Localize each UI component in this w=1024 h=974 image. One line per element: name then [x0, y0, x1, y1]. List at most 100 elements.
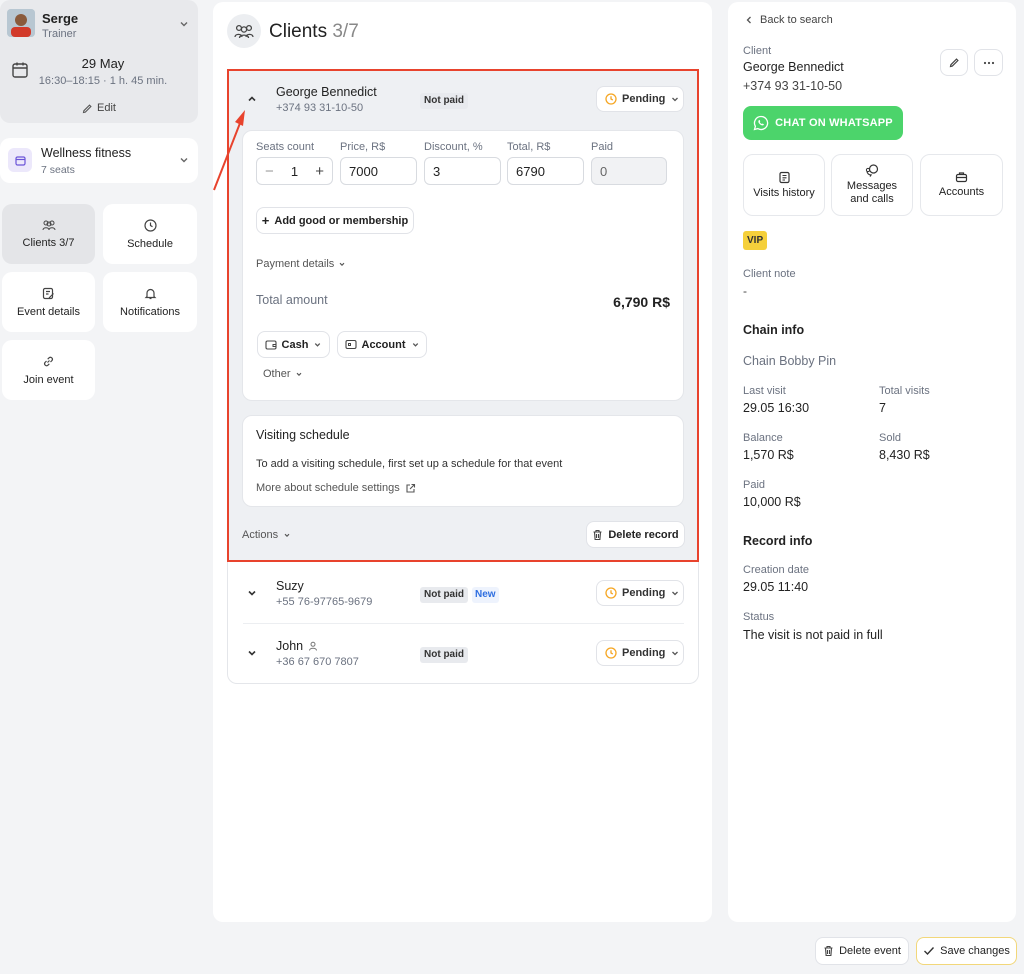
schedule-settings-label: More about schedule settings	[256, 482, 400, 494]
status-label: Pending	[622, 587, 666, 599]
paid-label: Paid	[743, 479, 766, 491]
not-paid-badge: Not paid	[420, 93, 468, 109]
price-input[interactable]: 7000	[340, 157, 417, 185]
tile-clients[interactable]: Clients 3/7	[2, 204, 95, 264]
chevron-down-icon	[670, 94, 680, 104]
payment-details-toggle[interactable]: Payment details	[256, 258, 346, 270]
edit-icon	[42, 287, 55, 300]
briefcase-icon	[955, 171, 968, 183]
event-time: 16:30–18:15 · 1 h. 45 min.	[38, 75, 168, 87]
visiting-schedule-text: To add a visiting schedule, first set up…	[256, 458, 563, 470]
save-changes-label: Save changes	[940, 945, 1010, 957]
tile-clients-label: Clients 3/7	[22, 237, 75, 249]
user-role: Trainer	[42, 28, 77, 40]
user-event-card: Serge Trainer 29 May 16:30–18:15 · 1 h. …	[0, 0, 198, 123]
total-input[interactable]: 6790	[507, 157, 584, 185]
sold-label: Sold	[879, 432, 902, 444]
chevron-down-icon	[338, 260, 346, 268]
new-badge: New	[472, 587, 499, 603]
trash-icon	[823, 945, 834, 957]
room-selector[interactable]: Wellness fitness 7 seats	[0, 138, 198, 183]
user-icon	[308, 641, 318, 651]
balance-label: Balance	[743, 432, 783, 444]
chevron-left-icon	[745, 15, 753, 25]
history-icon	[778, 171, 791, 184]
client-panel	[728, 2, 1016, 922]
messages-calls-tile[interactable]: Messages and calls	[831, 154, 913, 216]
schedule-settings-link[interactable]: More about schedule settings	[256, 482, 416, 494]
add-good-button[interactable]: + Add good or membership	[256, 207, 414, 234]
clock-icon	[143, 218, 157, 232]
total-label: Total, R$	[507, 141, 551, 153]
status-label: Pending	[622, 93, 666, 105]
price-label: Price, R$	[340, 141, 386, 153]
accounts-label: Accounts	[938, 186, 985, 198]
tile-join-event[interactable]: Join event	[2, 340, 95, 400]
client-phone: +374 93 31-10-50	[276, 102, 364, 114]
chevron-down-icon	[178, 154, 190, 166]
creation-date-label: Creation date	[743, 564, 810, 576]
check-icon	[923, 946, 935, 956]
chevron-down-icon	[670, 648, 680, 658]
discount-label: Discount, %	[424, 141, 483, 153]
client-name: George Bennedict	[743, 60, 844, 74]
chevron-down-icon	[411, 340, 420, 349]
avatar	[7, 9, 35, 37]
row-divider	[243, 623, 684, 624]
tile-notifications[interactable]: Notifications	[103, 272, 197, 332]
client-note-value: -	[743, 284, 747, 298]
pencil-icon	[949, 57, 960, 68]
edit-client-button[interactable]	[940, 49, 968, 76]
visits-history-tile[interactable]: Visits history	[743, 154, 825, 216]
status-dropdown[interactable]: Pending	[596, 640, 684, 666]
discount-input[interactable]: 3	[424, 157, 501, 185]
chevron-down-icon	[313, 340, 322, 349]
status-dropdown[interactable]: Pending	[596, 580, 684, 606]
actions-dropdown[interactable]: Actions	[242, 529, 291, 541]
plus-icon[interactable]: +	[315, 163, 324, 180]
seats-stepper[interactable]: − 1 +	[256, 157, 333, 185]
delete-event-button[interactable]: Delete event	[815, 937, 909, 965]
status-label: Pending	[622, 647, 666, 659]
status-dropdown[interactable]: Pending	[596, 86, 684, 112]
chevron-down-icon[interactable]	[246, 587, 258, 599]
seats-label: Seats count	[256, 141, 315, 153]
chevron-down-icon[interactable]	[246, 647, 258, 659]
tile-schedule-label: Schedule	[127, 237, 173, 250]
minus-icon[interactable]: −	[265, 163, 274, 180]
account-button[interactable]: Account	[337, 331, 427, 358]
delete-event-label: Delete event	[839, 945, 901, 957]
delete-record-button[interactable]: Delete record	[586, 521, 685, 548]
visits-history-label: Visits history	[753, 186, 815, 199]
tile-schedule[interactable]: Schedule	[103, 204, 197, 264]
save-changes-button[interactable]: Save changes	[916, 937, 1017, 965]
record-info-title: Record info	[743, 534, 813, 548]
page-title: Clients 3/7	[269, 21, 359, 43]
other-toggle[interactable]: Other	[263, 368, 303, 380]
client-name[interactable]: George Bennedict	[276, 85, 377, 99]
accounts-tile[interactable]: Accounts	[920, 154, 1003, 216]
tile-event-details-label: Event details	[17, 305, 80, 318]
tile-event-details[interactable]: Event details	[2, 272, 95, 332]
creation-date-value: 29.05 11:40	[743, 580, 809, 594]
account-icon	[344, 339, 357, 350]
not-paid-badge: Not paid	[420, 587, 468, 603]
paid-label: Paid	[591, 141, 614, 153]
total-visits-value: 7	[879, 401, 886, 415]
client-phone: +374 93 31-10-50	[743, 79, 843, 93]
chevron-down-icon[interactable]	[178, 18, 190, 30]
whatsapp-button[interactable]: CHAT ON WHATSAPP	[743, 106, 903, 140]
back-to-search-link[interactable]: Back to search	[745, 14, 833, 26]
cash-button[interactable]: Cash	[257, 331, 330, 358]
client-name-wrap[interactable]: John	[276, 639, 318, 653]
edit-event-button[interactable]: Edit	[0, 102, 198, 114]
client-phone: +36 67 670 7807	[276, 656, 359, 668]
trash-icon	[592, 529, 603, 541]
tile-notifications-label: Notifications	[120, 305, 180, 318]
bell-icon	[144, 287, 157, 300]
client-name[interactable]: Suzy	[276, 579, 304, 593]
more-options-button[interactable]	[974, 49, 1003, 76]
edit-label: Edit	[97, 102, 116, 114]
plus-icon: +	[261, 213, 270, 228]
back-label: Back to search	[760, 14, 833, 26]
